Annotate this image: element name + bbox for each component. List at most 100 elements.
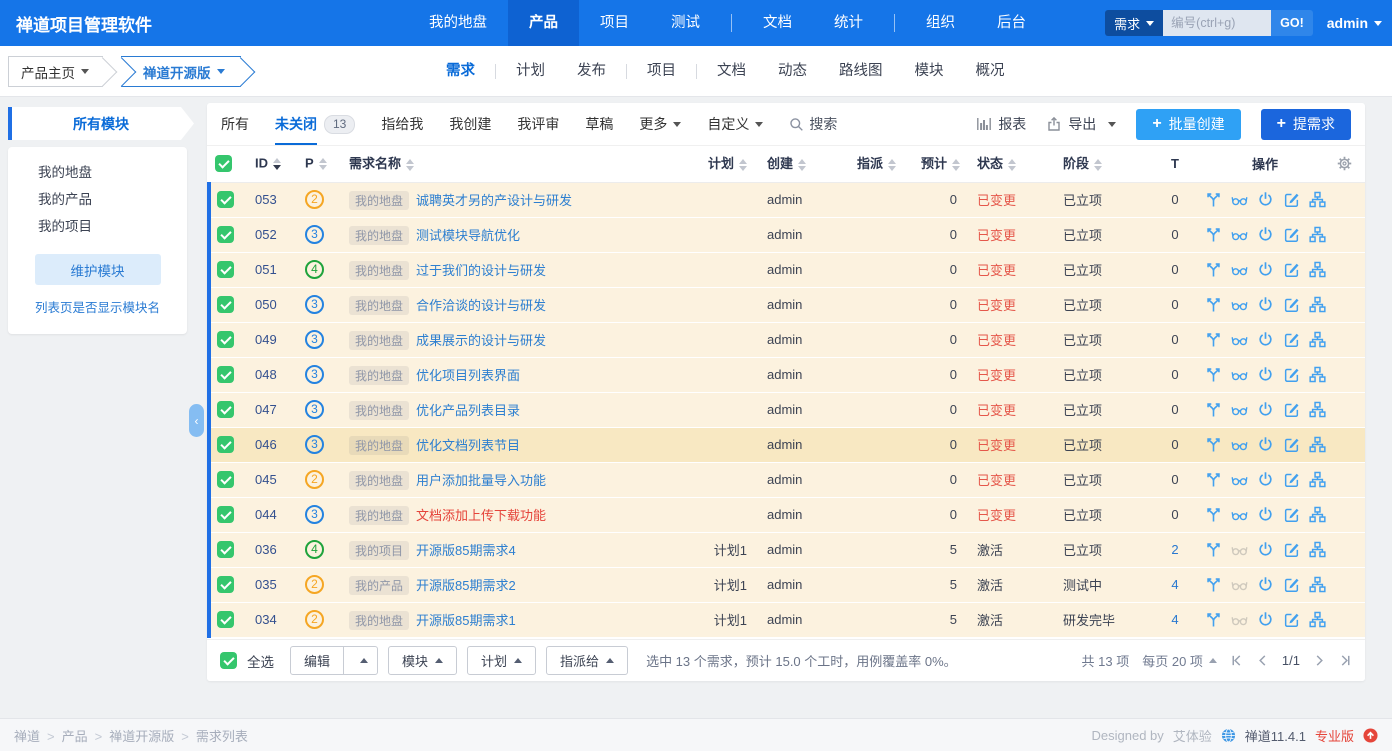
- batch-button-模块[interactable]: 模块: [388, 646, 457, 675]
- export-menu[interactable]: 导出: [1046, 114, 1116, 134]
- product-tab-发布[interactable]: 发布: [561, 46, 622, 97]
- subdivide-icon[interactable]: [1309, 226, 1326, 243]
- prev-page-icon[interactable]: [1256, 654, 1269, 667]
- row-checkbox[interactable]: [217, 331, 234, 348]
- header-checkbox[interactable]: [215, 155, 232, 172]
- button-label[interactable]: 模块: [389, 647, 456, 674]
- product-tab-文档[interactable]: 文档: [701, 46, 762, 97]
- close-icon[interactable]: [1257, 541, 1274, 558]
- story-title-link[interactable]: 文档添加上传下载功能: [416, 508, 546, 523]
- close-icon[interactable]: [1257, 611, 1274, 628]
- review-icon[interactable]: [1231, 226, 1248, 243]
- edit-icon[interactable]: [1283, 261, 1300, 278]
- first-page-icon[interactable]: [1230, 654, 1243, 667]
- story-title-link[interactable]: 优化产品列表目录: [416, 403, 520, 418]
- edit-icon[interactable]: [1283, 401, 1300, 418]
- story-title-link[interactable]: 优化文档列表节目: [416, 438, 520, 453]
- column-header-plan[interactable]: 计划: [683, 146, 761, 182]
- product-tab-路线图[interactable]: 路线图: [823, 46, 899, 97]
- subdivide-icon[interactable]: [1309, 366, 1326, 383]
- edit-icon[interactable]: [1283, 226, 1300, 243]
- row-checkbox[interactable]: [217, 576, 234, 593]
- subdivide-icon[interactable]: [1309, 261, 1326, 278]
- change-icon[interactable]: [1205, 506, 1222, 523]
- edit-icon[interactable]: [1283, 611, 1300, 628]
- review-icon[interactable]: [1231, 261, 1248, 278]
- story-title-link[interactable]: 测试模块导航优化: [416, 228, 520, 243]
- change-icon[interactable]: [1205, 296, 1222, 313]
- breadcrumb-current-product[interactable]: 禅道开源版: [121, 56, 241, 87]
- gear-icon[interactable]: [1337, 156, 1359, 171]
- task-count-link[interactable]: 4: [1171, 612, 1178, 627]
- task-count-link[interactable]: 2: [1171, 542, 1178, 557]
- top-nav-item-我的地盘[interactable]: 我的地盘: [408, 0, 508, 46]
- row-checkbox[interactable]: [217, 226, 234, 243]
- story-title-link[interactable]: 成果展示的设计与研发: [416, 333, 546, 348]
- toggle-module-name-link[interactable]: 列表页是否显示模块名: [8, 297, 187, 316]
- report-button[interactable]: 报表: [976, 114, 1026, 134]
- change-icon[interactable]: [1205, 366, 1222, 383]
- close-icon[interactable]: [1257, 506, 1274, 523]
- column-header-pri[interactable]: P: [299, 146, 343, 182]
- close-icon[interactable]: [1257, 261, 1274, 278]
- story-title-link[interactable]: 开源版85期需求4: [416, 543, 516, 558]
- close-icon[interactable]: [1257, 366, 1274, 383]
- sidebar-collapse-handle[interactable]: ‹: [189, 404, 204, 437]
- filter-tab-我评审[interactable]: 我评审: [517, 103, 559, 146]
- change-icon[interactable]: [1205, 261, 1222, 278]
- review-icon[interactable]: [1231, 296, 1248, 313]
- button-label[interactable]: 计划: [468, 647, 535, 674]
- row-checkbox[interactable]: [217, 261, 234, 278]
- designer-link[interactable]: 艾体验: [1173, 726, 1212, 745]
- subdivide-icon[interactable]: [1309, 331, 1326, 348]
- edit-icon[interactable]: [1283, 576, 1300, 593]
- globe-icon[interactable]: [1221, 728, 1236, 743]
- column-header-id[interactable]: ID: [249, 146, 299, 182]
- id-search-input[interactable]: [1163, 10, 1271, 36]
- subdivide-icon[interactable]: [1309, 401, 1326, 418]
- close-icon[interactable]: [1257, 401, 1274, 418]
- select-all-checkbox[interactable]: [220, 652, 237, 669]
- change-icon[interactable]: [1205, 226, 1222, 243]
- column-header-opened[interactable]: 创建: [761, 146, 851, 182]
- filter-tab-草稿[interactable]: 草稿: [585, 103, 613, 146]
- change-icon[interactable]: [1205, 191, 1222, 208]
- row-checkbox[interactable]: [217, 296, 234, 313]
- footer-crumb-需求列表[interactable]: 需求列表: [196, 729, 248, 744]
- subdivide-icon[interactable]: [1309, 506, 1326, 523]
- column-header-assigned[interactable]: 指派: [851, 146, 915, 182]
- next-page-icon[interactable]: [1313, 654, 1326, 667]
- edit-icon[interactable]: [1283, 366, 1300, 383]
- top-nav-item-项目[interactable]: 项目: [579, 0, 650, 46]
- top-nav-item-统计[interactable]: 统计: [813, 0, 884, 46]
- sidebar-tab-all-modules[interactable]: 所有模块: [8, 107, 194, 140]
- column-header-stage[interactable]: 阶段: [1057, 146, 1151, 182]
- search-type-select[interactable]: 需求: [1105, 10, 1163, 36]
- chevron-up-icon[interactable]: [343, 647, 377, 674]
- subdivide-icon[interactable]: [1309, 191, 1326, 208]
- top-nav-item-后台[interactable]: 后台: [976, 0, 1047, 46]
- edit-icon[interactable]: [1283, 436, 1300, 453]
- batch-button-计划[interactable]: 计划: [467, 646, 536, 675]
- row-checkbox[interactable]: [217, 471, 234, 488]
- story-title-link[interactable]: 优化项目列表界面: [416, 368, 520, 383]
- change-icon[interactable]: [1205, 576, 1222, 593]
- edit-icon[interactable]: [1283, 471, 1300, 488]
- row-checkbox[interactable]: [217, 191, 234, 208]
- close-icon[interactable]: [1257, 226, 1274, 243]
- story-title-link[interactable]: 合作洽谈的设计与研发: [416, 298, 546, 313]
- filter-tab-指给我[interactable]: 指给我: [381, 103, 423, 146]
- search-toggle[interactable]: 搜索: [789, 114, 837, 134]
- filter-tab-所有[interactable]: 所有: [221, 103, 249, 146]
- review-icon[interactable]: [1231, 401, 1248, 418]
- last-page-icon[interactable]: [1339, 654, 1352, 667]
- change-icon[interactable]: [1205, 436, 1222, 453]
- row-checkbox[interactable]: [217, 541, 234, 558]
- close-icon[interactable]: [1257, 471, 1274, 488]
- batch-create-button[interactable]: +批量创建: [1136, 109, 1240, 140]
- batch-button-编辑[interactable]: 编辑: [290, 646, 378, 675]
- button-label[interactable]: 编辑: [291, 647, 343, 674]
- change-icon[interactable]: [1205, 611, 1222, 628]
- subdivide-icon[interactable]: [1309, 296, 1326, 313]
- row-checkbox[interactable]: [217, 401, 234, 418]
